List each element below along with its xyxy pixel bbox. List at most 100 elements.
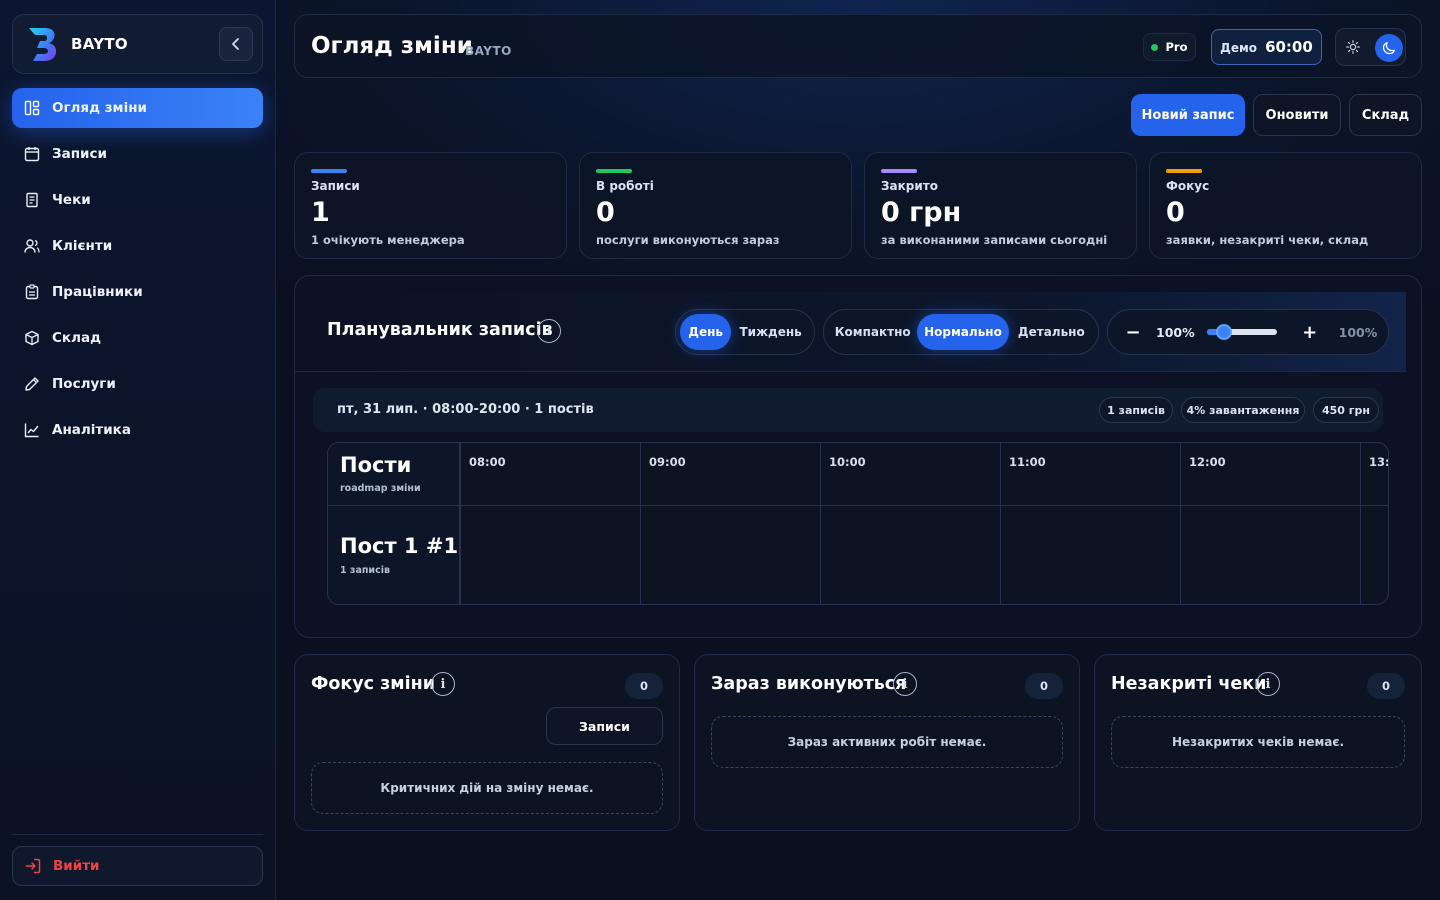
chevron-left-icon [232,38,239,50]
time-slot[interactable] [640,506,820,604]
card-title: Зараз виконуються [711,674,907,694]
stat-label: В роботі [596,179,654,193]
time-label: 10:00 [829,455,866,469]
moon-icon[interactable] [1375,34,1403,62]
sidebar-item-clients[interactable]: Клієнти [12,226,263,266]
zoom-slider-thumb[interactable] [1216,324,1233,340]
time-slot[interactable] [460,506,640,604]
sidebar-item-employees[interactable]: Працівники [12,272,263,312]
planner-panel: Планувальник записів i День Тиждень Комп… [294,275,1422,638]
stat-card-closed: Закрито 0 грн за виконаними записами сьо… [864,152,1137,259]
stat-value: 0 [1166,197,1185,228]
time-column: 13:00 [1360,443,1388,505]
sun-icon[interactable] [1344,38,1362,56]
zoom-in-button[interactable]: + [1295,322,1325,343]
logout-label: Вийти [53,858,100,874]
page-header: Огляд зміни BAYTO Pro Демо 60:00 [294,14,1422,78]
new-record-button[interactable]: Новий запис [1131,94,1245,136]
sidebar-item-analytics[interactable]: Аналітика [12,410,263,450]
posts-header-cell: Пости roadmap зміни [328,443,460,505]
collapse-sidebar-button[interactable] [219,27,253,61]
post-title: Пост 1 #1 [340,534,459,558]
grid-header-row: Пости roadmap зміни 08:00 09:00 10:00 11… [328,443,1388,506]
sidebar-item-overview[interactable]: Огляд зміни [12,88,263,128]
post-header-cell[interactable]: Пост 1 #1 1 записів [328,506,460,604]
info-icon[interactable]: i [537,319,561,343]
sidebar-item-warehouse[interactable]: Склад [12,318,263,358]
warehouse-button[interactable]: Склад [1349,94,1422,136]
sidebar-item-records[interactable]: Записи [12,134,263,174]
zoom-out-button[interactable]: − [1118,322,1148,343]
info-icon[interactable]: i [893,672,917,696]
density-compact-button[interactable]: Компактно [828,314,917,350]
bayto-logo-icon [29,28,57,61]
time-label: 13:00 [1369,455,1388,469]
sidebar-divider [12,834,263,835]
zoom-control: − 100% + 100% [1107,309,1389,355]
info-icon[interactable]: i [1256,672,1280,696]
sidebar-item-label: Аналітика [52,422,131,438]
zoom-value-secondary: 100% [1338,324,1378,340]
time-slot[interactable] [1000,506,1180,604]
sidebar-item-services[interactable]: Послуги [12,364,263,404]
load-chip: 4% завантаження [1181,397,1305,423]
pro-label: Pro [1165,40,1188,54]
sidebar-item-receipts[interactable]: Чеки [12,180,263,220]
empty-state: Незакритих чеків немає. [1111,716,1405,768]
records-chip: 1 записів [1099,397,1173,423]
time-label: 09:00 [649,455,686,469]
time-slot[interactable] [1180,506,1360,604]
stat-label: Фокус [1166,179,1210,193]
density-detailed-button[interactable]: Детально [1009,314,1094,350]
time-column: 09:00 [640,443,820,505]
zoom-slider[interactable] [1206,324,1277,340]
brand-name: BAYTO [71,35,128,53]
records-button[interactable]: Записи [546,707,663,745]
page-title: Огляд зміни [311,33,473,59]
post-records: 1 записів [340,565,390,576]
stat-card-focus: Фокус 0 заявки, незакриті чеки, склад [1149,152,1422,259]
demo-time: 60:00 [1265,38,1313,56]
time-slot[interactable] [820,506,1000,604]
sidebar-item-label: Огляд зміни [52,100,147,116]
planner-title: Планувальник записів [327,320,553,340]
stat-label: Закрито [881,179,938,193]
view-day-button[interactable]: День [680,314,732,350]
time-label: 11:00 [1009,455,1046,469]
posts-header-title: Пости [340,453,412,477]
post-row: Пост 1 #1 1 записів [328,506,1388,604]
card-title: Незакриті чеки [1111,674,1267,694]
demo-timer[interactable]: Демо 60:00 [1211,29,1322,65]
logout-icon [25,858,41,874]
stat-value: 0 грн [881,197,962,228]
badge-icon [24,284,40,300]
running-now-card: Зараз виконуються i 0 Зараз активних роб… [694,654,1080,831]
refresh-button[interactable]: Оновити [1253,94,1341,136]
density-normal-button[interactable]: Нормально [917,314,1009,350]
time-slot[interactable] [1360,506,1388,604]
planner-grid: Пости roadmap зміни 08:00 09:00 10:00 11… [327,442,1389,605]
stat-card-records: Записи 1 1 очікують менеджера [294,152,567,259]
stat-accent-bar [881,169,917,173]
count-badge: 0 [1367,673,1405,699]
box-icon [24,330,40,346]
view-week-button[interactable]: Тиждень [731,314,810,350]
theme-toggle[interactable] [1335,28,1406,66]
info-icon[interactable]: i [431,672,455,696]
sidebar-item-label: Склад [52,330,101,346]
pencil-icon [24,376,40,392]
time-column: 08:00 [460,443,640,505]
sidebar-item-label: Чеки [52,192,91,208]
time-column: 12:00 [1180,443,1360,505]
time-label: 08:00 [469,455,506,469]
sidebar-item-label: Записи [52,146,107,162]
stat-card-in-progress: В роботі 0 послуги виконуються зараз [579,152,852,259]
status-dot-icon [1151,43,1159,51]
stat-desc: послуги виконуються зараз [596,233,780,247]
logout-button[interactable]: Вийти [12,846,263,886]
stat-accent-bar [596,169,632,173]
unclosed-receipts-card: Незакриті чеки i 0 Незакритих чеків нема… [1094,654,1422,831]
dashboard-icon [24,100,40,116]
stat-value: 0 [596,197,615,228]
density-switch: Компактно Нормально Детально [823,309,1099,355]
